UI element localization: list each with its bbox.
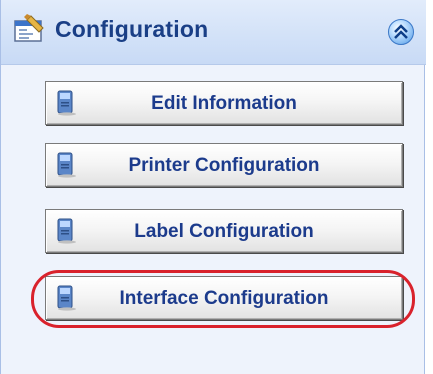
settings-window-icon (14, 14, 44, 42)
label-configuration-button[interactable]: Label Configuration (45, 209, 403, 253)
printer-configuration-label: Printer Configuration (128, 155, 320, 176)
highlight-annotation (31, 270, 415, 328)
panel-header[interactable]: Configuration (1, 0, 426, 65)
edit-information-label: Edit Information (151, 93, 297, 114)
configuration-panel: Configuration Edit Information Printer C… (0, 0, 426, 374)
collapse-button[interactable] (388, 19, 414, 45)
panel-title: Configuration (55, 16, 209, 42)
printer-configuration-button[interactable]: Printer Configuration (45, 143, 403, 187)
edit-information-button[interactable]: Edit Information (45, 81, 403, 125)
double-chevron-up-icon (394, 24, 408, 39)
label-configuration-label: Label Configuration (134, 221, 314, 242)
